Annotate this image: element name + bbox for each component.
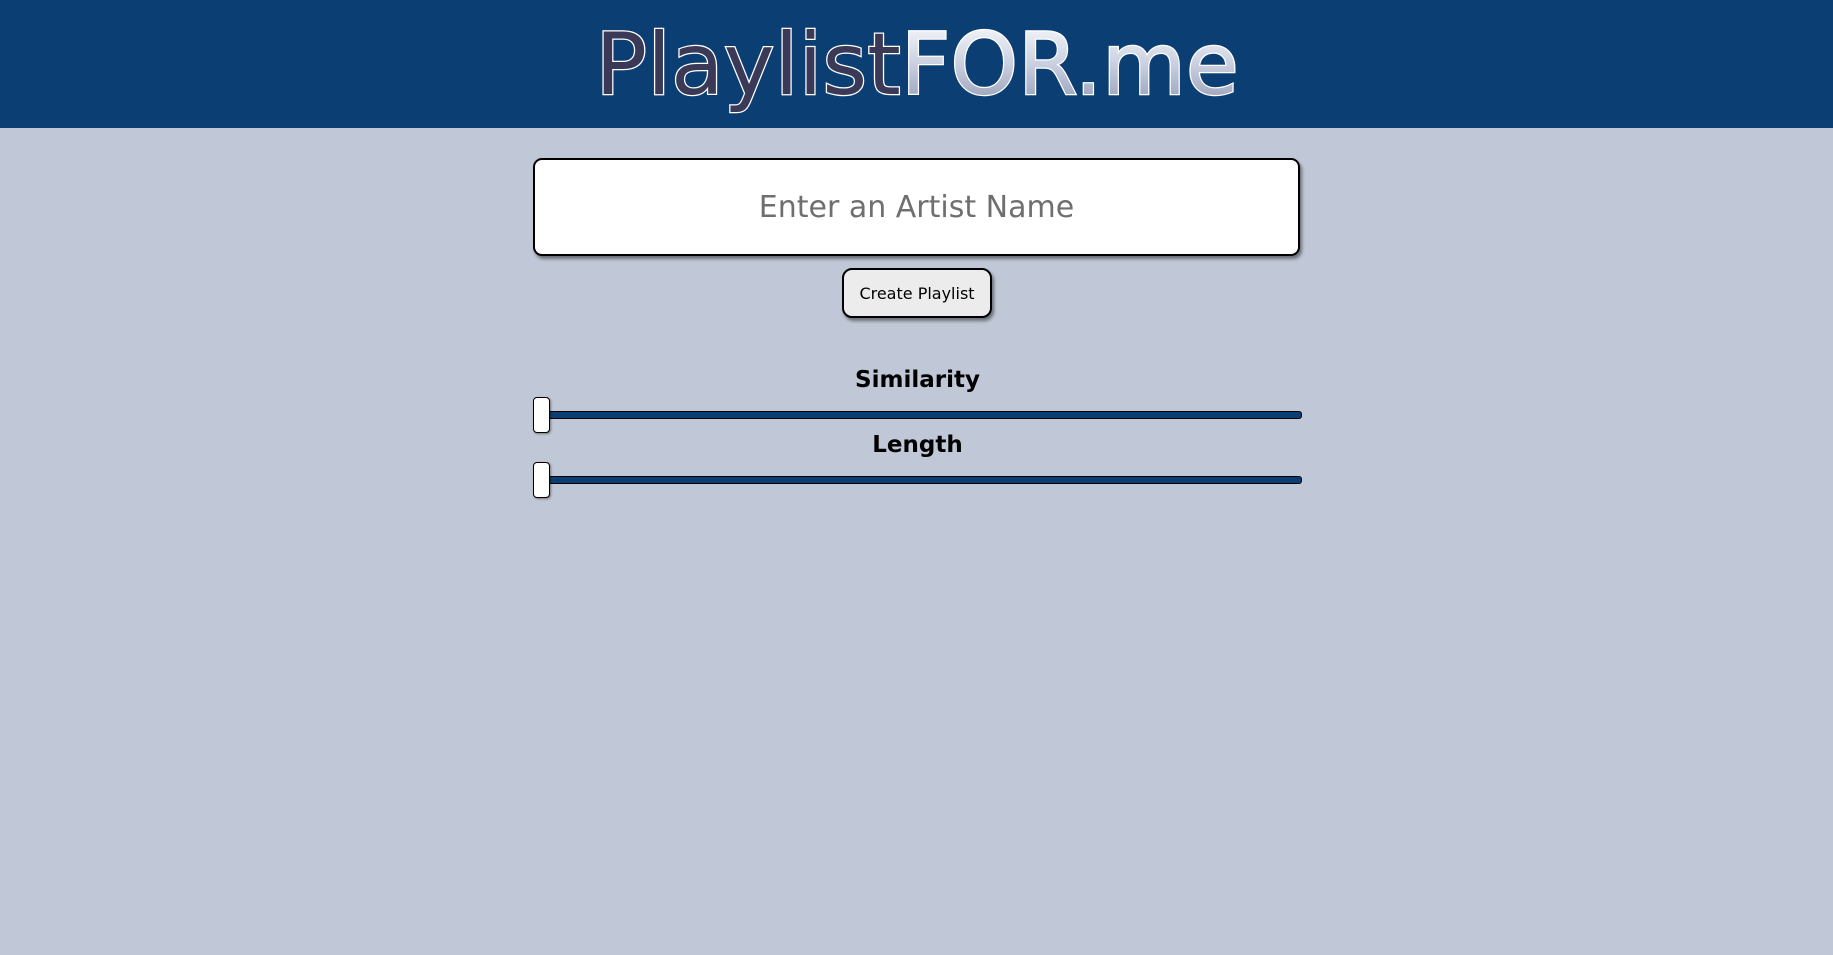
similarity-slider-track[interactable] [533,411,1302,419]
artist-search-box [533,158,1300,256]
length-label: Length [872,432,963,458]
similarity-slider[interactable] [533,397,1302,433]
artist-name-input[interactable] [535,188,1298,226]
length-slider-track[interactable] [533,476,1302,484]
create-playlist-button[interactable]: Create Playlist [842,268,992,318]
length-slider[interactable] [533,462,1302,498]
logo-text-forme: FOR.me [900,15,1238,114]
length-slider-thumb[interactable] [533,462,550,498]
similarity-slider-thumb[interactable] [533,397,550,433]
logo-text: PlaylistFOR.me [595,15,1239,114]
logo-text-playlist: Playlist [595,15,901,114]
similarity-label: Similarity [855,367,980,393]
site-logo: PlaylistFOR.me [0,0,1833,128]
